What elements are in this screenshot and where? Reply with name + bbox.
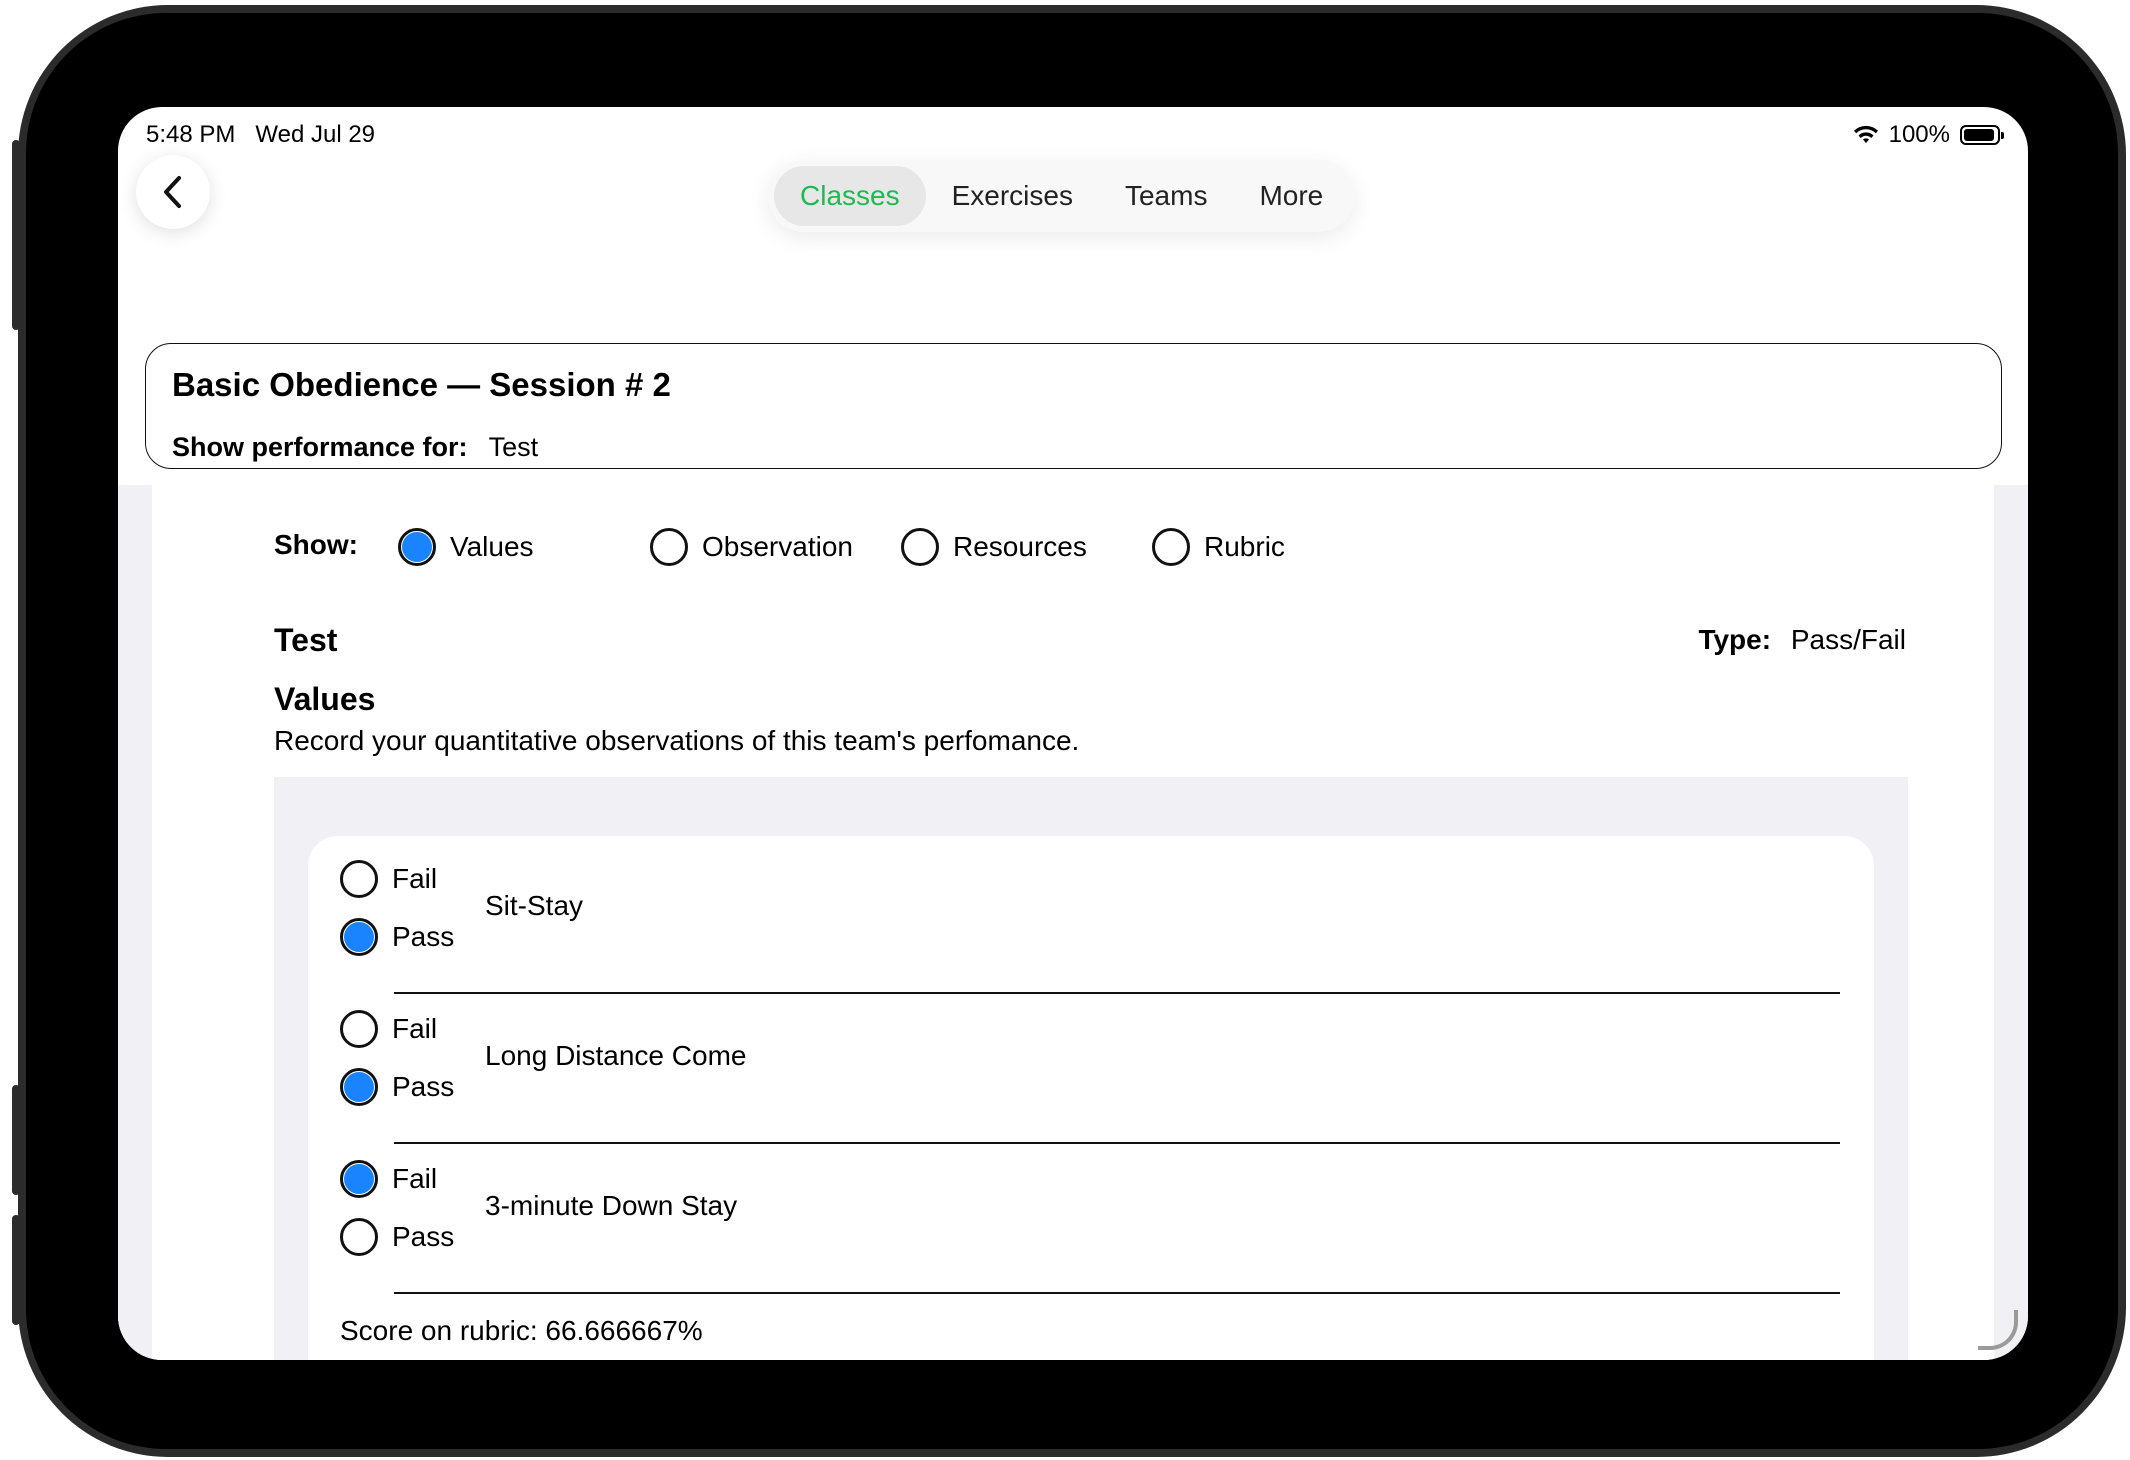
values-description: Record your quantitative observations of… [274, 725, 1080, 756]
performance-value[interactable]: Test [489, 432, 539, 462]
radio-selected-icon [340, 1160, 378, 1198]
fail-option[interactable]: Fail [340, 1010, 437, 1048]
battery-percent: 100% [1888, 121, 1950, 148]
exercise-type: Type: Pass/Fail [1698, 624, 1906, 656]
radio-selected-icon [340, 1068, 378, 1106]
session-header-card: Basic Obedience — Session # 2 Show perfo… [145, 343, 2002, 469]
radio-selected-icon [398, 528, 436, 566]
list-item: Fail Pass Sit-Stay [340, 860, 1840, 1010]
pass-option[interactable]: Pass [340, 1218, 454, 1256]
divider [394, 1292, 1840, 1294]
session-title: Basic Obedience — Session # 2 [172, 366, 671, 403]
rubric-score: Score on rubric: 66.666667% [340, 1315, 703, 1346]
radio-unselected-icon [901, 528, 939, 566]
status-clock: 5:48 PM [146, 121, 236, 148]
show-label: Show: [274, 529, 358, 560]
show-option-observation[interactable]: Observation [650, 528, 853, 566]
tab-more[interactable]: More [1233, 166, 1349, 226]
back-button[interactable] [136, 155, 210, 229]
tab-teams[interactable]: Teams [1099, 166, 1233, 226]
chevron-left-icon [164, 176, 181, 208]
tab-classes[interactable]: Classes [774, 166, 926, 226]
radio-unselected-icon [340, 1010, 378, 1048]
fail-label: Fail [392, 1013, 438, 1044]
show-option-label: Observation [702, 531, 853, 562]
show-option-values[interactable]: Values [398, 528, 534, 566]
item-name: Sit-Stay [485, 890, 584, 921]
item-name: 3-minute Down Stay [485, 1190, 738, 1221]
type-label: Type: [1698, 624, 1772, 655]
show-option-rubric[interactable]: Rubric [1152, 528, 1285, 566]
status-indicators: 100% [1853, 121, 2004, 149]
show-option-label: Values [450, 531, 534, 562]
list-item: Fail Pass Long Distance Come [340, 1010, 1840, 1160]
performance-row: Show performance for: Test [172, 432, 538, 463]
radio-unselected-icon [340, 1218, 378, 1256]
pass-label: Pass [392, 921, 455, 952]
type-value: Pass/Fail [1790, 624, 1906, 655]
pass-label: Pass [392, 1071, 455, 1102]
battery-icon [1960, 125, 2004, 145]
fail-option[interactable]: Fail [340, 1160, 437, 1198]
status-time: 5:48 PM Wed Jul 29 [146, 121, 375, 149]
show-option-label: Resources [953, 531, 1087, 562]
values-heading: Values [274, 681, 376, 717]
show-option-resources[interactable]: Resources [901, 528, 1087, 566]
fail-label: Fail [392, 1163, 438, 1194]
exercise-name: Test [274, 622, 338, 658]
tab-exercises[interactable]: Exercises [926, 166, 1099, 226]
fail-option[interactable]: Fail [340, 860, 437, 898]
wifi-icon [1853, 125, 1878, 143]
performance-label: Show performance for: [172, 432, 468, 462]
divider [394, 1142, 1840, 1144]
fail-label: Fail [392, 863, 438, 894]
list-item: Fail Pass 3-minute Down Stay [340, 1160, 1840, 1310]
radio-unselected-icon [1152, 528, 1190, 566]
status-date: Wed Jul 29 [255, 121, 376, 148]
divider [394, 992, 1840, 994]
item-name: Long Distance Come [485, 1040, 747, 1071]
pass-option[interactable]: Pass [340, 1068, 454, 1106]
pass-option[interactable]: Pass [340, 918, 454, 956]
radio-unselected-icon [650, 528, 688, 566]
show-option-label: Rubric [1204, 531, 1285, 562]
pass-label: Pass [392, 1221, 455, 1252]
radio-unselected-icon [340, 860, 378, 898]
app-screen: 5:48 PM Wed Jul 29 100% Classes Exercise… [118, 107, 2028, 1360]
volume-up-button [12, 1085, 20, 1195]
top-tab-bar: Classes Exercises Teams More [768, 160, 1356, 232]
radio-selected-icon [340, 918, 378, 956]
volume-down-button [12, 1215, 20, 1325]
side-button [12, 140, 20, 330]
